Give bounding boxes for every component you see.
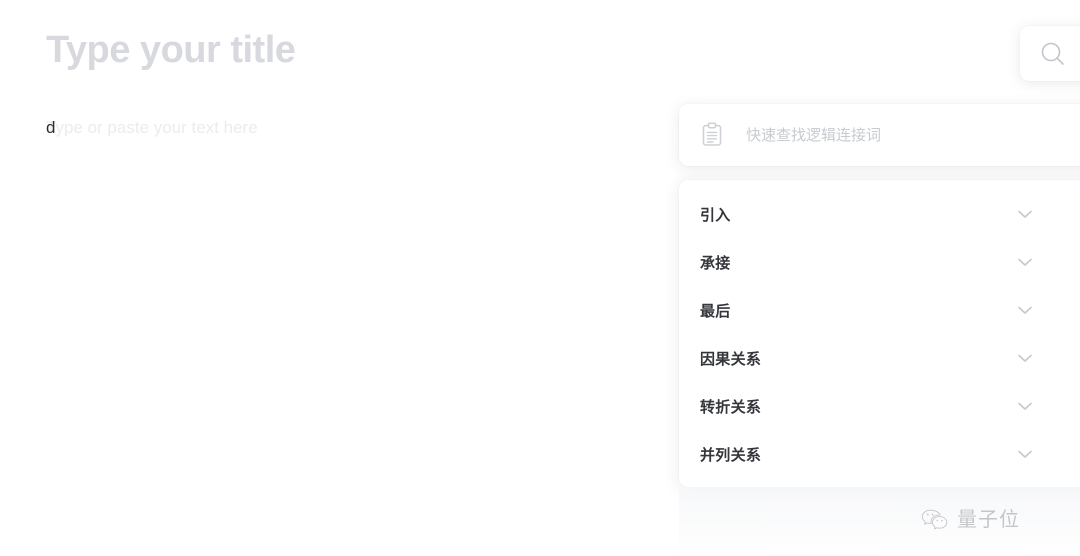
category-row-binglie[interactable]: 并列关系 [679, 430, 1080, 478]
category-row-zuihou[interactable]: 最后 [679, 286, 1080, 334]
chevron-down-icon[interactable] [1015, 252, 1035, 272]
chevron-down-icon[interactable] [1015, 204, 1035, 224]
category-label: 最后 [700, 302, 731, 320]
title-placeholder[interactable]: Type your title [46, 26, 296, 74]
chevron-down-icon[interactable] [1015, 444, 1035, 464]
quick-search-input[interactable] [746, 126, 1080, 144]
category-label: 承接 [700, 254, 731, 272]
quick-search-bar[interactable] [679, 104, 1080, 166]
category-label: 并列关系 [700, 446, 762, 464]
search-card[interactable] [1020, 26, 1080, 81]
chevron-down-icon[interactable] [1015, 396, 1035, 416]
category-label: 因果关系 [700, 350, 762, 368]
category-row-yinru[interactable]: 引入 [679, 190, 1080, 238]
category-label: 引入 [700, 206, 731, 224]
connective-category-list: 引入 承接 最后 因果关系 转折关系 并列关系 [679, 180, 1080, 487]
body-placeholder: Type or paste your text here [46, 118, 258, 137]
logical-connectives-panel: 引入 承接 最后 因果关系 [679, 104, 1080, 487]
body-typed-text: d [46, 118, 56, 137]
category-row-chengjie[interactable]: 承接 [679, 238, 1080, 286]
category-label: 转折关系 [700, 398, 762, 416]
chevron-down-icon[interactable] [1015, 300, 1035, 320]
search-icon[interactable] [1038, 39, 1068, 69]
clipboard-icon [699, 122, 725, 148]
category-row-yinguo[interactable]: 因果关系 [679, 334, 1080, 382]
chevron-down-icon[interactable] [1015, 348, 1035, 368]
category-row-zhuanzhe[interactable]: 转折关系 [679, 382, 1080, 430]
